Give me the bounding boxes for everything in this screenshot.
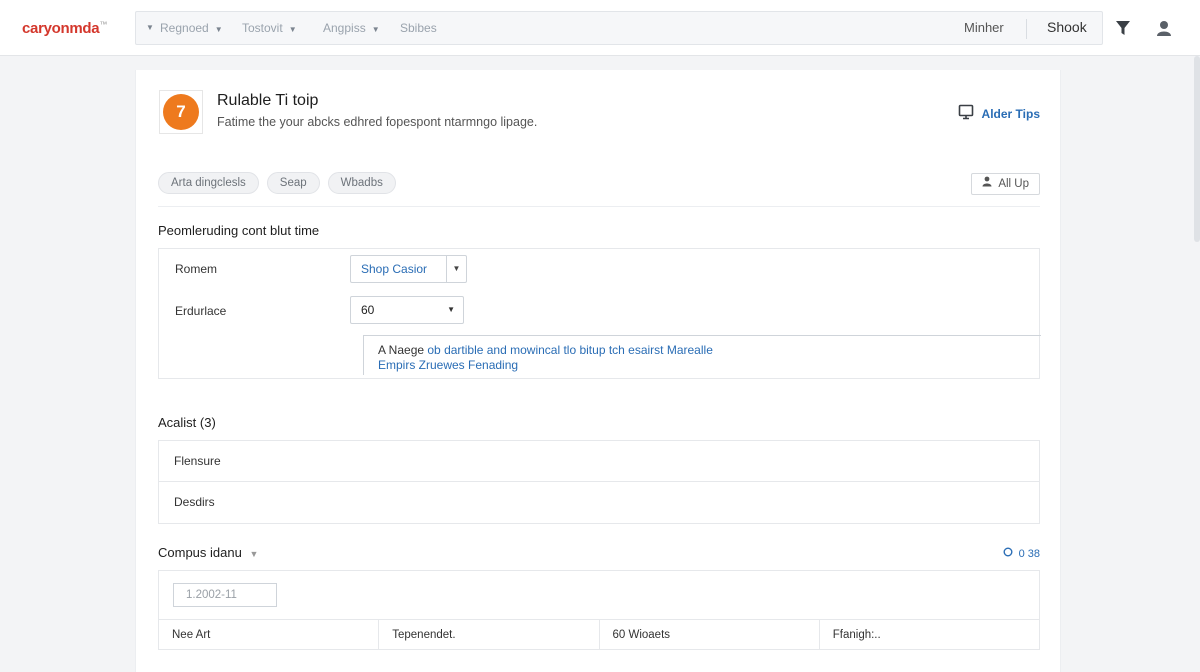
date-field[interactable]: 1.2002-11: [173, 583, 277, 607]
table-cell[interactable]: Nee Art: [159, 620, 380, 650]
divider: [158, 206, 1040, 207]
circle-icon: [1003, 547, 1013, 560]
shop-select[interactable]: Shop Casior ▼: [350, 255, 467, 283]
settings-form: Romem Shop Casior ▼ Erdurlace 60 ▼ A Nae…: [158, 248, 1041, 379]
hint-text: A Naege ob dartible and mowincal tlo bit…: [378, 343, 713, 373]
select-value: 60: [361, 303, 375, 317]
section-title: Acalist (3): [158, 415, 216, 430]
page-title: Rulable Ti toip: [217, 92, 319, 109]
brand-logo[interactable]: caryonmda™: [22, 20, 107, 37]
select-value: Shop Casior: [361, 262, 428, 276]
monitor-icon: [958, 104, 974, 123]
analyst-list: Flensure Desdirs: [158, 440, 1040, 524]
nav-right-link[interactable]: Minher: [964, 20, 1004, 35]
scrollbar[interactable]: [1194, 56, 1200, 242]
table-row: Nee Art Tepenendet. 60 Wioaets Ffanigh:.…: [159, 619, 1039, 650]
brand-name: caryonmda: [22, 20, 100, 37]
page-subtitle: Fatime the your abcks edhred fopespont n…: [217, 115, 538, 129]
chevron-down-icon: ▼: [371, 25, 380, 34]
field-label: Romem: [175, 262, 218, 276]
chevron-down-icon: ▼: [214, 25, 223, 34]
app-logo: 7: [159, 90, 203, 134]
nav-right-title[interactable]: Shook: [1047, 19, 1087, 35]
nav-divider: [1026, 19, 1027, 39]
nav-item-angpiss[interactable]: Angpiss ▼: [323, 21, 380, 35]
section-title-label: Compus idanu: [158, 545, 242, 560]
brand-mark: ™: [99, 20, 108, 29]
chip[interactable]: Seap: [266, 172, 320, 194]
list-item[interactable]: Flensure: [159, 441, 1039, 482]
filter-icon[interactable]: [1109, 14, 1137, 42]
chevron-down-icon: ▼: [288, 25, 297, 34]
section-title: Peomleruding cont blut time: [158, 223, 320, 238]
nav-item-label: Sbibes: [400, 21, 437, 35]
nav-item-label: Regnoed: [160, 21, 209, 35]
table-cell[interactable]: Tepenendet.: [379, 620, 600, 650]
alder-tips-label: Alder Tips: [981, 106, 1040, 121]
section-title: Compus idanu ▼: [158, 545, 258, 560]
chevron-down-icon: ▼: [446, 256, 466, 282]
list-item[interactable]: Desdirs: [159, 482, 1039, 523]
table-cell[interactable]: Ffanigh:..: [820, 620, 1039, 650]
table-cell[interactable]: 60 Wioaets: [600, 620, 820, 650]
filter-chips: Arta dingclesls Seap Wbadbs: [158, 172, 396, 194]
logo-glyph: 7: [163, 94, 199, 130]
chevron-down-icon: ▼: [447, 305, 455, 314]
all-up-label: All Up: [998, 178, 1029, 190]
main-card: 7 Rulable Ti toip Fatime the your abcks …: [135, 70, 1061, 672]
nav-item-sbibes[interactable]: Sbibes: [400, 21, 437, 35]
chip[interactable]: Wbadbs: [327, 172, 396, 194]
nav-item-tostovit[interactable]: Tostovit ▼: [242, 21, 297, 35]
user-icon: [982, 174, 992, 194]
meta-indicator[interactable]: 0 38: [1003, 547, 1040, 560]
nav-strip: ▼ Regnoed ▼ Tostovit ▼ Angpiss ▼ Sbibes Min…: [135, 11, 1103, 45]
data-table: 1.2002-11 Nee Art Tepenendet. 60 Wioaets…: [158, 570, 1040, 650]
quantity-select[interactable]: 60 ▼: [350, 296, 464, 324]
hint-line-2[interactable]: Empirs Zruewes Fenading: [378, 358, 518, 372]
field-label: Erdurlace: [175, 304, 227, 318]
meta-value: 0 38: [1018, 547, 1040, 560]
nav-item-regnoed[interactable]: Regnoed ▼: [160, 21, 223, 35]
chevron-down-icon[interactable]: ▼: [146, 23, 154, 32]
alder-tips-link[interactable]: Alder Tips: [958, 104, 1040, 123]
hint-lead: A Naege: [378, 343, 425, 357]
nav-item-label: Tostovit: [242, 21, 283, 35]
chip[interactable]: Arta dingclesls: [158, 172, 259, 194]
hint-box: A Naege ob dartible and mowincal tlo bit…: [363, 335, 1041, 375]
top-bar: caryonmda™ ▼ Regnoed ▼ Tostovit ▼ Angpiss ▼…: [0, 0, 1200, 56]
nav-item-label: Angpiss: [323, 21, 366, 35]
all-up-button[interactable]: All Up: [971, 173, 1040, 195]
user-icon[interactable]: [1150, 14, 1178, 42]
chevron-down-icon[interactable]: ▼: [249, 549, 258, 559]
hint-line-1[interactable]: ob dartible and mowincal tlo bitup tch e…: [424, 343, 713, 357]
